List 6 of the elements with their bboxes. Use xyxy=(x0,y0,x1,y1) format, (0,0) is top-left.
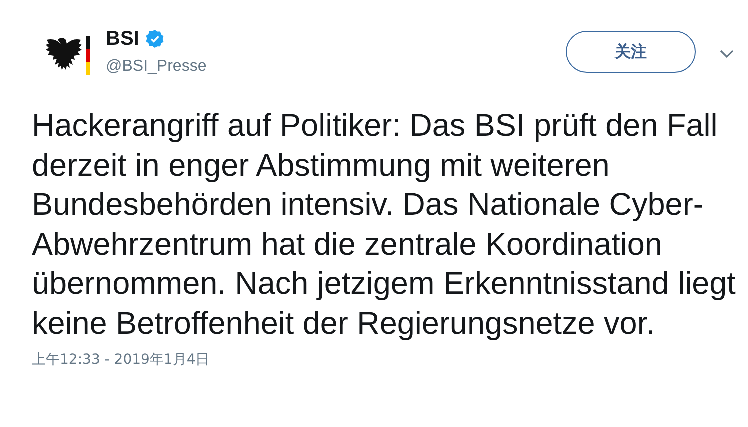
chevron-down-icon[interactable] xyxy=(720,50,734,58)
account-handle[interactable]: @BSI_Presse xyxy=(106,58,566,76)
timestamp[interactable]: 上午12:33 - 2019年1月4日 xyxy=(32,351,734,369)
account-name[interactable]: BSI xyxy=(106,28,140,50)
follow-button[interactable]: 关注 xyxy=(566,31,696,73)
tweet-text: Hackerangriff auf Politiker: Das BSI prüft den Fall derzeit in enger Abstimmung mit weiteren Bundesbehörden intensiv. Das Nationale Cyber-Abwehrzentrum hat die zentrale Koordination übernommen. Nach jetzigem Erkenntnisstand liegt keine Betroffenheit der Regierungsnetze vor. xyxy=(32,106,737,342)
